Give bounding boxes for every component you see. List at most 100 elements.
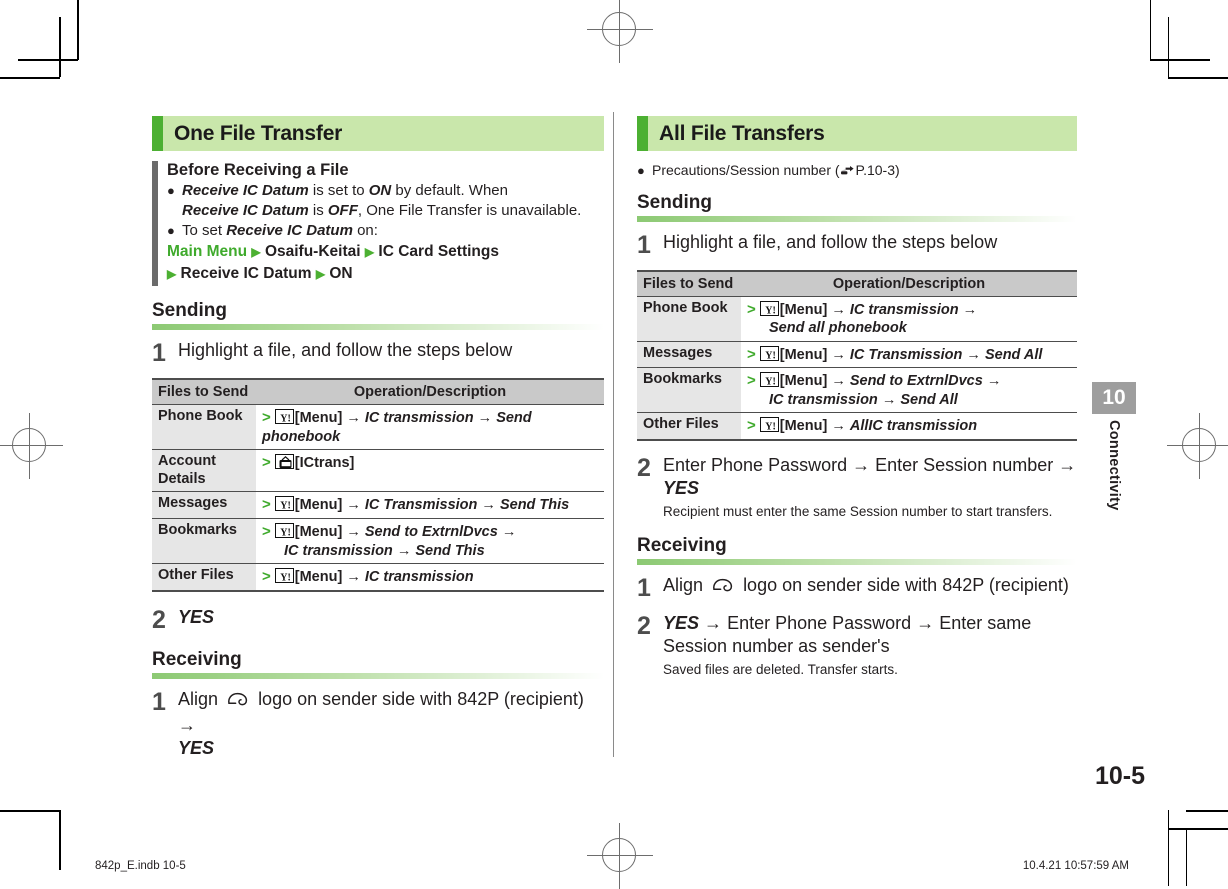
- softkey-label: [Menu]: [779, 418, 828, 435]
- note-heading: Before Receiving a File: [167, 161, 349, 179]
- op-step: AllIC transmission: [849, 418, 978, 435]
- menu-path-main-menu[interactable]: Main Menu: [167, 243, 247, 260]
- bullet-dot-icon: ●: [637, 163, 645, 178]
- table-row: Account Details > [ICtrans]: [152, 449, 604, 493]
- menu-path-item-on[interactable]: ON: [329, 265, 352, 282]
- table-col-operation-description: Operation/Description: [256, 378, 604, 405]
- row-key-other-files: Other Files: [152, 563, 256, 591]
- step-number: 1: [637, 230, 651, 259]
- arrow-icon: →: [346, 497, 361, 514]
- arrow-icon: →: [346, 523, 361, 540]
- arrow-icon: →: [962, 301, 978, 318]
- left-column: One File Transfer Before Receiving a Fil…: [152, 116, 604, 760]
- yahoo-softkey-icon[interactable]: Y!: [274, 496, 294, 512]
- svg-text:Y!: Y!: [280, 413, 291, 424]
- step-receiving-2: 2 YES → Enter Phone Password → Enter sam…: [637, 612, 1077, 679]
- yahoo-softkey-icon[interactable]: Y!: [759, 345, 779, 361]
- op-step: IC transmission: [849, 301, 959, 318]
- arrow-icon: →: [396, 542, 412, 559]
- table-row: Messages > Y! [Menu] → IC Transmission → S…: [637, 341, 1077, 369]
- section-title: All File Transfers: [659, 121, 825, 145]
- note-text-3c: on:: [352, 221, 378, 239]
- all-file-transfers-operations-table: Files to Send Operation/Description Phon…: [637, 269, 1077, 441]
- note-value-on: ON: [368, 182, 392, 199]
- table-col-files-to-send: Files to Send: [637, 270, 741, 297]
- arrow-icon: →: [916, 612, 935, 633]
- chevron-right-icon: ▶: [251, 245, 261, 260]
- arrow-icon: →: [831, 346, 846, 363]
- before-receiving-note: Before Receiving a File ● Receive IC Dat…: [152, 161, 604, 286]
- crop-mark-br-h2: [1186, 810, 1228, 812]
- registration-mark-right: [1167, 413, 1228, 479]
- tv-softkey-icon[interactable]: [274, 454, 294, 470]
- table-col-operation-description: Operation/Description: [741, 270, 1077, 297]
- chapter-tab: 10 Connectivity: [1092, 382, 1136, 516]
- note-text-2d: , One File Transfer is unavailable.: [357, 201, 582, 219]
- op-step: Send all phonebook: [769, 320, 907, 337]
- greater-than-icon: >: [747, 372, 756, 390]
- arrow-icon: →: [1058, 454, 1077, 475]
- step-text: Enter Phone Password → Enter Session num…: [663, 454, 1077, 500]
- pointing-hand-icon: [840, 163, 855, 182]
- yahoo-softkey-icon[interactable]: Y!: [274, 522, 294, 538]
- note-gray-rule: [152, 161, 158, 286]
- greater-than-icon: >: [262, 568, 271, 586]
- menu-path-item-ic-card-settings[interactable]: IC Card Settings: [378, 243, 499, 260]
- yahoo-softkey-icon[interactable]: Y!: [759, 372, 779, 388]
- subheading-receiving: Receiving: [152, 648, 242, 670]
- footer-timestamp: 10.4.21 10:57:59 AM: [1022, 860, 1129, 872]
- step-number: 2: [637, 611, 651, 640]
- svg-text:Y!: Y!: [765, 422, 776, 433]
- softkey-label: [Menu]: [294, 497, 343, 514]
- table-row: Messages > Y! [Menu] → IC Transmission → S…: [152, 491, 604, 519]
- footer-filename: 842p_E.indb 10-5: [95, 860, 186, 872]
- menu-path: Main Menu ▶ Osaifu-Keitai ▶ IC Card Sett…: [167, 241, 604, 286]
- crop-mark-tl-v: [77, 0, 79, 60]
- arrow-icon: →: [346, 409, 361, 426]
- yahoo-softkey-icon[interactable]: Y!: [274, 568, 294, 584]
- row-key-other-files: Other Files: [637, 412, 741, 440]
- op-step: Send to ExtrnlDvcs: [849, 373, 983, 390]
- op-step: Send to ExtrnlDvcs: [364, 523, 498, 540]
- chapter-number: 10: [1092, 382, 1136, 414]
- precautions-ref[interactable]: P.10-3: [856, 162, 895, 178]
- one-file-transfer-operations-table: Files to Send Operation/Description Phon…: [152, 377, 604, 592]
- step-subtext: Saved files are deleted. Transfer starts…: [663, 661, 898, 677]
- section-banner-all-file-transfers: All File Transfers: [637, 116, 1077, 151]
- svg-text:Y!: Y!: [765, 377, 776, 388]
- arrow-icon: →: [501, 523, 517, 540]
- op-step: Send All: [900, 391, 958, 408]
- row-key-phone-book: Phone Book: [152, 404, 256, 451]
- step-yes-value: YES: [178, 737, 215, 758]
- table-row: Bookmarks > Y! [Menu] → Send to ExtrnlDvcs…: [152, 518, 604, 565]
- step-text-rest: logo on sender side with 842P (recipient…: [258, 688, 584, 709]
- table-header-row: Files to Send Operation/Description: [637, 270, 1077, 297]
- subheading-rule: [152, 672, 604, 679]
- row-value-messages: > Y! [Menu] → IC Transmission → Send This: [256, 491, 604, 519]
- subheading-rule: [637, 558, 1077, 565]
- yahoo-softkey-icon[interactable]: Y!: [759, 417, 779, 433]
- table-header-row: Files to Send Operation/Description: [152, 378, 604, 405]
- yahoo-softkey-icon[interactable]: Y!: [274, 408, 294, 424]
- menu-path-item-receive-ic-datum[interactable]: Receive IC Datum: [181, 265, 312, 282]
- table-col-files-to-send: Files to Send: [152, 378, 256, 405]
- note-bullet-1: ● Receive IC Datum is set to ON by defau…: [167, 181, 604, 221]
- op-step: Send This: [499, 497, 570, 514]
- bullet-dot-icon: ●: [167, 183, 175, 198]
- menu-path-item-osaifu-keitai[interactable]: Osaifu-Keitai: [265, 243, 361, 260]
- yahoo-softkey-icon[interactable]: Y!: [759, 300, 779, 316]
- step-sending-1: 1 Highlight a file, and follow the steps…: [152, 339, 604, 366]
- table-row: Phone Book > Y! [Menu] → IC transmission →…: [152, 404, 604, 451]
- note-term-2: Receive IC Datum: [182, 201, 309, 219]
- note-text-2b: is: [308, 201, 328, 219]
- svg-text:Y!: Y!: [280, 527, 291, 538]
- subheading-sending: Sending: [637, 191, 712, 213]
- row-value-phone-book: > Y! [Menu] → IC transmission → Send phone…: [256, 404, 604, 451]
- banner-accent-bar: [152, 116, 163, 151]
- step-part-2: Enter Phone Password: [727, 612, 912, 633]
- step-receiving-1: 1 Align logo on sender side with 842P (r…: [152, 688, 604, 760]
- op-step: IC transmission: [284, 542, 393, 559]
- table-row: Bookmarks > Y! [Menu] → Send to ExtrnlDvcs…: [637, 367, 1077, 414]
- step-yes-value: YES: [663, 612, 700, 633]
- op-step: IC transmission: [364, 409, 474, 426]
